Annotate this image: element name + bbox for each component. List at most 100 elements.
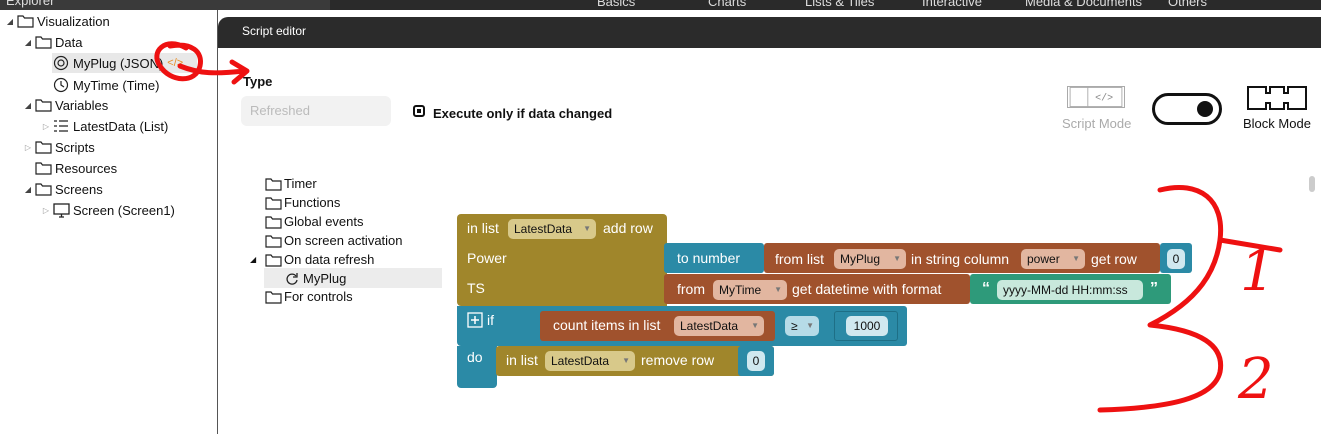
category-label: Global events	[284, 214, 364, 229]
tree-item-variables[interactable]: ◢ Variables	[22, 95, 108, 115]
explorer-title: Explorer	[6, 0, 55, 8]
category-label: On data refresh	[284, 252, 375, 267]
category-on-data-refresh[interactable]: ◢ On data refresh	[250, 250, 374, 269]
script-mode-icon[interactable]: </>	[1067, 86, 1125, 108]
column-dropdown-power[interactable]: power ▼	[1021, 249, 1085, 269]
dropdown-arrow-icon: ▼	[893, 254, 901, 263]
nav-media-documents[interactable]: Media & Documents	[1025, 0, 1142, 9]
tree-label: Resources	[55, 160, 118, 176]
category-global-events[interactable]: Global events	[264, 212, 364, 231]
expand-toggle-icon[interactable]: ▷	[40, 122, 52, 131]
dropdown-value: MyTime	[719, 283, 762, 297]
tree-item-latestdata[interactable]: ▷ LatestData (List)	[40, 116, 168, 136]
tree-label: Variables	[55, 97, 109, 113]
mode-toggle-switch[interactable]	[1152, 93, 1222, 125]
dropdown-value: power	[1027, 252, 1060, 266]
block-text-if: if	[487, 312, 494, 328]
nav-basics[interactable]: Basics	[597, 0, 635, 9]
tree-label: Visualization	[37, 13, 110, 29]
operator-dropdown[interactable]: ≥ ▼	[785, 316, 819, 336]
category-for-controls[interactable]: For controls	[264, 287, 353, 306]
collapse-toggle-icon[interactable]: ◢	[4, 17, 16, 26]
type-select[interactable]: Refreshed	[241, 96, 391, 126]
category-functions[interactable]: Functions	[264, 193, 340, 212]
dropdown-value: ≥	[791, 319, 798, 333]
folder-icon	[34, 181, 52, 197]
block-text-remove-row: remove row	[641, 352, 715, 368]
category-timer[interactable]: Timer	[264, 174, 317, 193]
toggle-knob	[1197, 101, 1213, 117]
source-dropdown-mytime[interactable]: MyTime ▼	[713, 280, 787, 300]
editor-title: Script editor	[242, 24, 307, 38]
annotation-number-1: 1	[1240, 239, 1276, 304]
tree-item-myplug[interactable]: MyPlug (JSON) </>	[52, 53, 197, 73]
block-text-in-string-column: in string column	[911, 251, 1010, 267]
folder-icon	[34, 97, 52, 113]
tree-item-mytime[interactable]: MyTime (Time)	[52, 75, 159, 95]
block-text-add-row: add row	[603, 220, 653, 236]
list-dropdown-latestdata-count[interactable]: LatestData ▼	[674, 316, 764, 336]
dropdown-arrow-icon: ▼	[806, 321, 814, 330]
tree-item-scripts[interactable]: ▷ Scripts	[22, 137, 95, 157]
list-dropdown-latestdata[interactable]: LatestData ▼	[508, 219, 596, 239]
execute-only-if-changed-checkbox[interactable]	[413, 105, 425, 117]
number-input-row[interactable]: 0	[1167, 249, 1185, 269]
tree-item-visualization[interactable]: ◢ Visualization	[4, 11, 110, 31]
dropdown-arrow-icon: ▼	[583, 224, 591, 233]
annotation-bracket-tick	[1217, 237, 1283, 253]
tree-label: Screens	[55, 181, 103, 197]
dropdown-value: LatestData	[551, 354, 610, 368]
mutator-plus-icon[interactable]	[467, 312, 483, 328]
plug-icon	[52, 55, 70, 71]
number-input-threshold[interactable]: 1000	[846, 316, 888, 336]
script-mode-label[interactable]: Script Mode	[1062, 116, 1131, 131]
tree-item-resources[interactable]: Resources	[34, 158, 117, 178]
nav-lists-tiles[interactable]: Lists & Tiles	[805, 0, 874, 9]
script-badge-icon[interactable]: </>	[167, 57, 183, 69]
collapse-toggle-icon[interactable]: ◢	[22, 185, 34, 194]
collapse-toggle-icon[interactable]: ◢	[22, 101, 34, 110]
annotation-number-2: 2	[1237, 347, 1274, 412]
dropdown-value: LatestData	[514, 222, 573, 236]
tree-item-screens[interactable]: ◢ Screens	[22, 179, 103, 199]
execute-only-if-changed-label[interactable]: Execute only if data changed	[433, 106, 612, 121]
folder-icon	[34, 34, 52, 50]
tree-item-screen1[interactable]: ▷ Screen (Screen1)	[40, 200, 175, 220]
folder-icon	[264, 196, 282, 210]
editor-header	[218, 17, 1321, 48]
nav-others[interactable]: Others	[1168, 0, 1207, 9]
workspace-scrollbar[interactable]	[1309, 176, 1315, 192]
block-text-in-list-remove: in list	[506, 352, 538, 368]
refresh-icon	[283, 272, 301, 286]
collapse-toggle-icon[interactable]: ◢	[22, 38, 34, 47]
clock-icon	[52, 77, 70, 93]
explorer-header: Explorer	[0, 0, 330, 10]
nav-interactive[interactable]: Interactive	[922, 0, 982, 9]
tree-item-data[interactable]: ◢ Data	[22, 32, 83, 52]
monitor-icon	[52, 202, 70, 218]
block-mode-label[interactable]: Block Mode	[1243, 116, 1311, 131]
category-on-screen-activation[interactable]: On screen activation	[264, 231, 403, 250]
list-dropdown-latestdata-remove[interactable]: LatestData ▼	[545, 351, 635, 371]
category-myplug[interactable]: MyPlug	[283, 269, 346, 288]
tree-label: MyTime (Time)	[73, 77, 160, 93]
collapse-toggle-icon[interactable]: ◢	[250, 255, 264, 264]
nav-charts[interactable]: Charts	[708, 0, 746, 9]
field-label-power: Power	[467, 250, 507, 266]
field-label-ts: TS	[467, 280, 485, 296]
tree-label: Scripts	[55, 139, 95, 155]
expand-toggle-icon[interactable]: ▷	[22, 143, 34, 152]
format-text-input[interactable]: yyyy-MM-dd HH:mm:ss	[997, 280, 1143, 300]
tree-label: Screen (Screen1)	[73, 202, 175, 218]
block-mode-icon[interactable]	[1246, 85, 1308, 111]
expand-toggle-icon[interactable]: ▷	[40, 206, 52, 215]
dropdown-arrow-icon: ▼	[751, 321, 759, 330]
dropdown-arrow-icon: ▼	[1072, 254, 1080, 263]
folder-icon	[264, 234, 282, 248]
number-input-remove-row[interactable]: 0	[747, 351, 765, 371]
top-navigation: Basics Charts Lists & Tiles Interactive …	[330, 0, 1321, 10]
list-dropdown-myplug[interactable]: MyPlug ▼	[834, 249, 906, 269]
block-text-from-list: from list	[775, 251, 824, 267]
dropdown-arrow-icon: ▼	[622, 356, 630, 365]
panel-divider[interactable]	[217, 10, 218, 434]
